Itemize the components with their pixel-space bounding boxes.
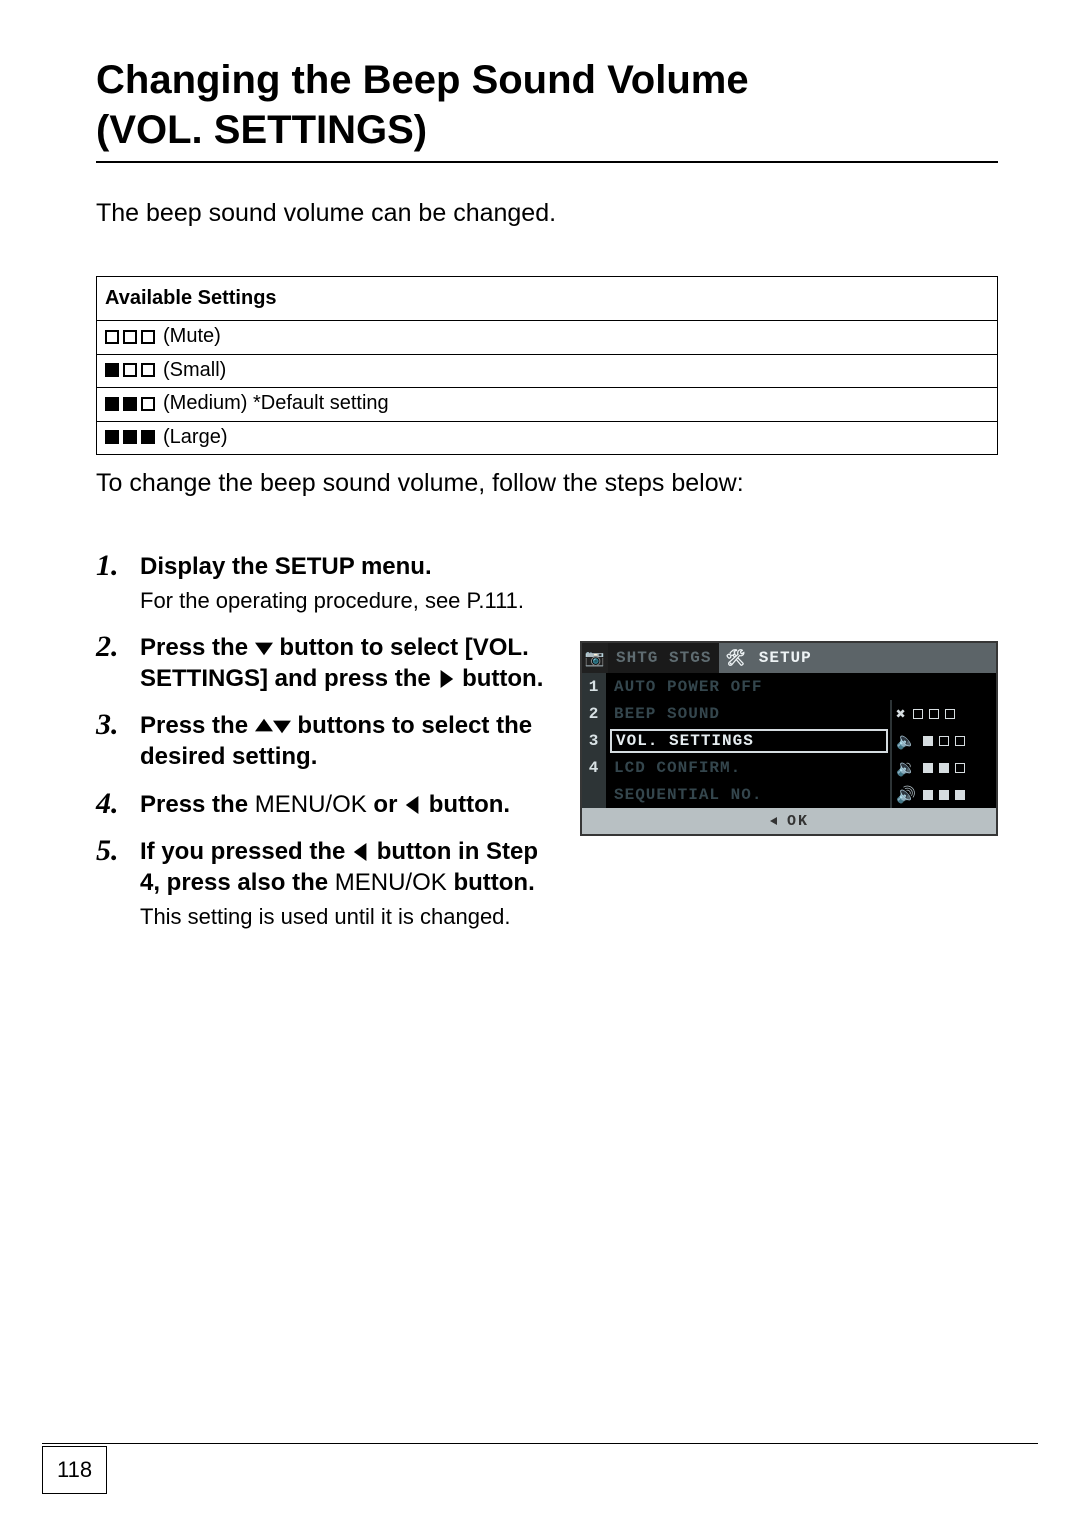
step-title: Display the SETUP menu. [140, 551, 560, 582]
menu-ok-label: MENU/OK [255, 791, 367, 818]
setting-row: (Small) [97, 354, 998, 388]
volume-square-icon [123, 430, 137, 444]
title-line-2: (VOL. SETTINGS) [96, 108, 427, 152]
up-arrow-icon [255, 717, 273, 735]
step-2: Press the button to select [VOL. SETTING… [96, 632, 560, 694]
step-title: Press the buttons to select the desired … [140, 710, 560, 772]
lcd-row-selected: 3 VOL. SETTINGS 🔈 [582, 727, 996, 754]
intro-text: The beep sound volume can be changed. [96, 199, 998, 228]
page-number: 118 [42, 1446, 107, 1494]
setting-label: (Medium) *Default setting [163, 392, 389, 415]
steps-list: Display the SETUP menu. For the operatin… [96, 551, 560, 932]
step-1: Display the SETUP menu. For the operatin… [96, 551, 560, 616]
step-4: Press the MENU/OK or button. [96, 789, 560, 820]
volume-square-icon [123, 397, 137, 411]
title-line-1: Changing the Beep Sound Volume [96, 58, 749, 102]
left-arrow-icon [352, 843, 370, 861]
volume-square-icon [105, 397, 119, 411]
step-body: For the operating procedure, see P.111. [140, 586, 560, 616]
left-arrow-icon [404, 796, 422, 814]
setting-label: (Small) [163, 359, 226, 382]
volume-square-icon [123, 363, 137, 377]
volume-square-icon [141, 363, 155, 377]
volume-square-icon [141, 330, 155, 344]
lcd-row: 2 BEEP SOUND ✖ [582, 700, 996, 727]
speaker-mute-icon: ✖ [896, 704, 907, 724]
volume-square-icon [105, 363, 119, 377]
step-title: Press the MENU/OK or button. [140, 789, 560, 820]
step-title: If you pressed the button in Step 4, pre… [140, 836, 560, 898]
step-5: If you pressed the button in Step 4, pre… [96, 836, 560, 932]
speaker-med-icon: 🔉 [896, 758, 917, 778]
wrench-icon: 🛠 [719, 643, 750, 673]
settings-header: Available Settings [97, 277, 998, 321]
volume-square-icon [123, 330, 137, 344]
setting-row: (Medium) *Default setting [97, 388, 998, 422]
volume-square-icon [141, 397, 155, 411]
speaker-high-icon: 🔊 [896, 785, 917, 805]
setting-label: (Large) [163, 426, 227, 449]
menu-ok-label: MENU/OK [335, 869, 447, 896]
lcd-screenshot: 📷 SHTG STGS 🛠 SETUP 1 AUTO POWER OFF 2 B… [580, 641, 998, 836]
lcd-row: 4 LCD CONFIRM. 🔉 [582, 754, 996, 781]
setting-row: (Large) [97, 421, 998, 455]
step-3: Press the buttons to select the desired … [96, 710, 560, 772]
down-arrow-icon [273, 717, 291, 735]
volume-square-icon [141, 430, 155, 444]
lcd-tab-setup: SETUP [751, 643, 820, 673]
page-title: Changing the Beep Sound Volume (VOL. SET… [96, 55, 998, 163]
footer-divider [42, 1443, 1038, 1444]
lcd-tab-shtg: SHTG STGS [608, 643, 719, 673]
setting-row: (Mute) [97, 321, 998, 355]
left-triangle-icon [769, 816, 779, 826]
right-arrow-icon [437, 670, 455, 688]
lcd-row: . SEQUENTIAL NO. 🔊 [582, 781, 996, 808]
available-settings-table: Available Settings (Mute) (Small) ( [96, 276, 998, 455]
lcd-ok-bar: OK [582, 808, 996, 834]
setting-label: (Mute) [163, 325, 221, 348]
step-title: Press the button to select [VOL. SETTING… [140, 632, 560, 694]
lcd-row: 1 AUTO POWER OFF [582, 673, 996, 700]
camera-icon: 📷 [582, 643, 608, 673]
lead-text: To change the beep sound volume, follow … [96, 469, 998, 498]
volume-square-icon [105, 330, 119, 344]
down-arrow-icon [255, 639, 273, 657]
step-body: This setting is used until it is changed… [140, 902, 560, 932]
volume-square-icon [105, 430, 119, 444]
speaker-low-icon: 🔈 [896, 731, 917, 751]
